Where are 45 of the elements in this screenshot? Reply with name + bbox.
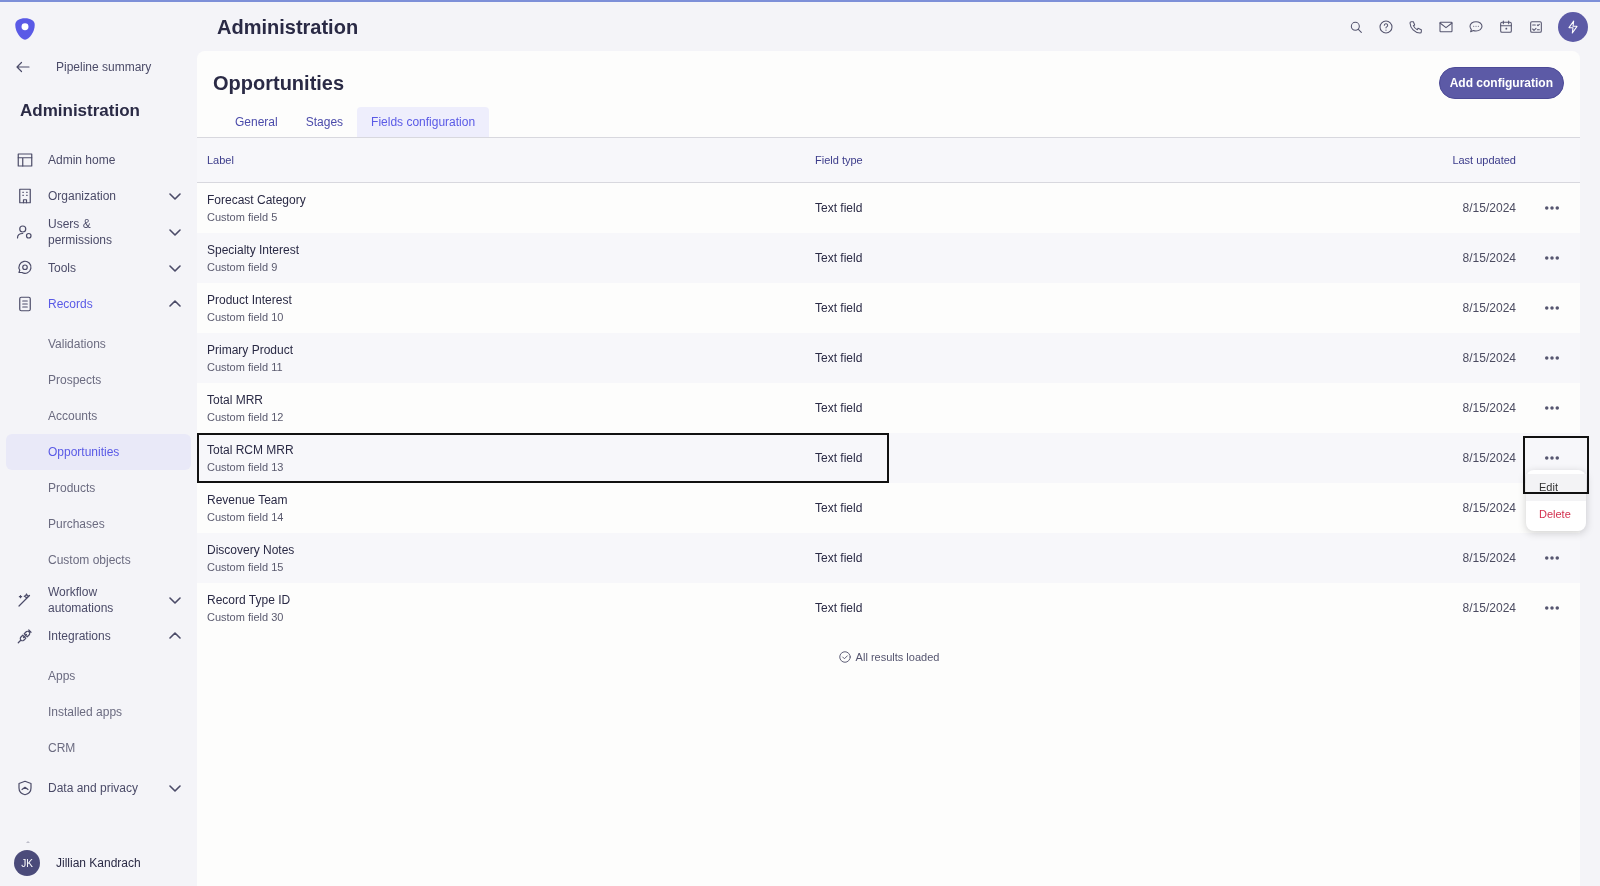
last-updated: 8/15/2024 <box>1461 250 1517 267</box>
field-type: Text field <box>815 350 864 367</box>
field-type: Text field <box>815 500 864 517</box>
field-type: Text field <box>815 250 864 267</box>
column-header: Field type <box>815 152 864 168</box>
field-label: Total MRR <box>207 391 264 409</box>
last-updated: 8/15/2024 <box>1461 600 1517 617</box>
field-label: Forecast Category <box>207 191 307 209</box>
field-subtitle: Custom field 15 <box>207 559 285 575</box>
page-title: Opportunities <box>213 71 345 95</box>
last-updated: 8/15/2024 <box>1461 350 1517 367</box>
field-label: Primary Product <box>207 341 295 359</box>
field-type: Text field <box>815 200 864 217</box>
field-type: Text field <box>815 400 864 417</box>
field-type: Text field <box>815 450 864 467</box>
last-updated: 8/15/2024 <box>1461 400 1517 417</box>
last-updated: 8/15/2024 <box>1461 500 1517 517</box>
field-label: Discovery Notes <box>207 541 296 559</box>
field-subtitle: Custom field 12 <box>207 409 285 425</box>
field-subtitle: Custom field 10 <box>207 309 285 325</box>
field-type: Text field <box>815 550 864 567</box>
results-status: All results loaded <box>855 650 940 665</box>
field-subtitle: Custom field 9 <box>207 259 279 275</box>
user-name: Jillian Kandrach <box>56 855 141 872</box>
field-type: Text field <box>815 300 864 317</box>
field-subtitle: Custom field 30 <box>207 609 285 625</box>
field-subtitle: Custom field 5 <box>207 209 279 225</box>
field-label: Record Type ID <box>207 591 292 609</box>
field-type: Text field <box>815 600 864 617</box>
field-subtitle: Custom field 13 <box>207 459 285 475</box>
user-avatar: JK <box>14 850 40 876</box>
field-label: Revenue Team <box>207 491 289 509</box>
column-header: Label <box>206 152 235 168</box>
last-updated: 8/15/2024 <box>1461 550 1517 567</box>
field-label: Specialty Interest <box>207 241 301 259</box>
last-updated: 8/15/2024 <box>1461 300 1517 317</box>
header-title: Administration <box>217 14 360 39</box>
field-label: Total RCM MRR <box>207 441 295 459</box>
field-label: Product Interest <box>207 291 293 309</box>
last-updated: 8/15/2024 <box>1461 450 1517 467</box>
field-subtitle: Custom field 14 <box>207 509 285 525</box>
field-subtitle: Custom field 11 <box>207 359 284 375</box>
sidebar-title: Administration <box>20 100 141 122</box>
last-updated: 8/15/2024 <box>1461 200 1517 217</box>
column-header: Last updated <box>1451 152 1517 168</box>
